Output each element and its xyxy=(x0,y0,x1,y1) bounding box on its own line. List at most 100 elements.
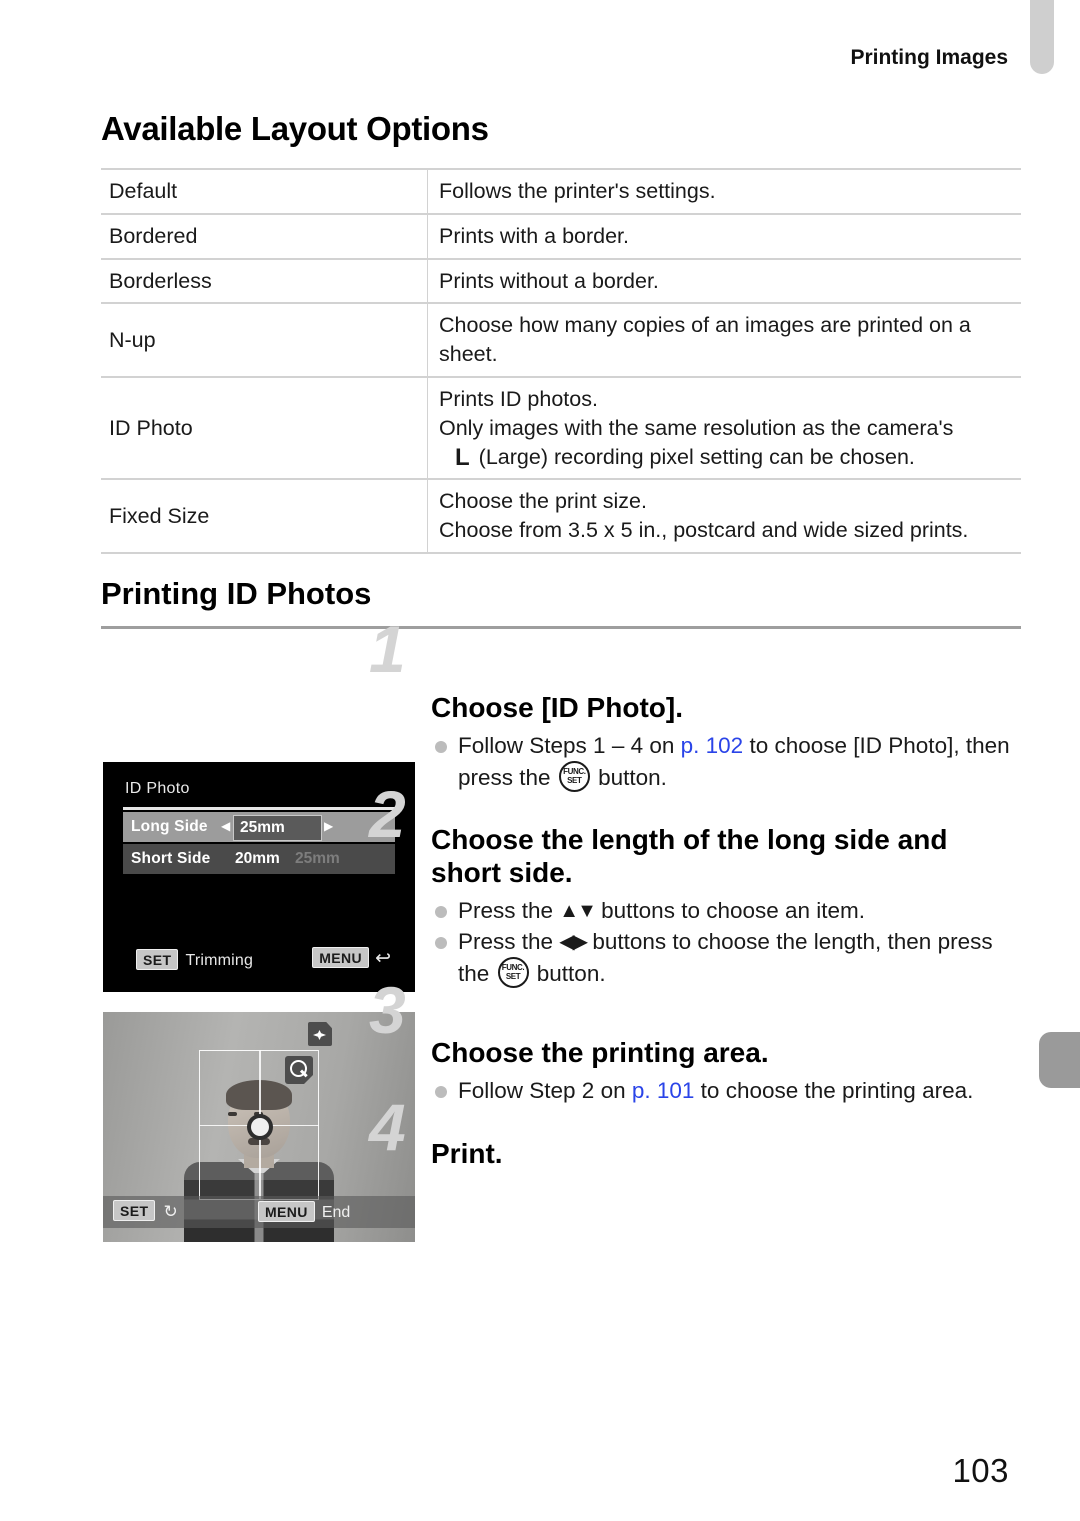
lcd-menu-row-short-side[interactable]: Short Side 20mm 25mm xyxy=(123,843,395,874)
layout-option-name: Default xyxy=(101,168,428,214)
table-row: Fixed Size Choose the print size. Choose… xyxy=(101,478,1021,554)
layout-option-description: Choose how many copies of an images are … xyxy=(427,302,1021,377)
step-bullets: Follow Step 2 on p. 101 to choose the pr… xyxy=(431,1076,1021,1106)
set-button-badge: SET xyxy=(136,948,179,970)
step-heading: Choose the printing area. xyxy=(431,1036,769,1068)
page-number: 103 xyxy=(952,1452,1009,1489)
chevron-right-icon[interactable]: ▶ xyxy=(324,819,333,833)
layout-option-description: Follows the printer's settings. xyxy=(427,168,1021,214)
lcd-footer-left-text: Trimming xyxy=(185,951,254,969)
layout-option-name: Fixed Size xyxy=(101,478,428,554)
layout-option-description: Prints ID photos. Only images with the s… xyxy=(427,375,1021,480)
bullet-text-post: to choose the printing area. xyxy=(694,1077,974,1103)
list-item: Follow Step 2 on p. 101 to choose the pr… xyxy=(431,1076,1021,1106)
table-row: ID Photo Prints ID photos. Only images w… xyxy=(101,375,1021,480)
lcd-title-underline xyxy=(123,806,395,810)
lcd-row-value: 25mm xyxy=(240,818,285,836)
bullet-text-pre: Press the xyxy=(458,897,560,923)
func-set-button-icon: FUNC. SET xyxy=(497,956,529,988)
description-line: Prints ID photos. xyxy=(439,386,598,411)
description-line: Only images with the same resolution as … xyxy=(439,415,954,440)
move-pad-icon xyxy=(247,1113,273,1140)
step-number: 4 xyxy=(369,1089,406,1164)
step-heading: Print. xyxy=(431,1137,503,1169)
large-pixel-icon: L xyxy=(455,443,470,471)
func-label: FUNC. xyxy=(501,962,525,972)
step-number: 3 xyxy=(369,972,406,1047)
step-4: 4 Print. xyxy=(369,1094,1021,1170)
step-3: 3 Choose the printing area. Follow Step … xyxy=(369,977,1021,1106)
layout-option-name: N-up xyxy=(101,302,428,377)
page-reference-link[interactable]: p. 101 xyxy=(632,1078,695,1103)
bullet-text-post: buttons to choose an item. xyxy=(594,897,866,923)
display-move-icon xyxy=(308,1021,332,1046)
description-line-with-icon: L (Large) recording pixel setting can be … xyxy=(439,443,1021,472)
lcd-row-label: Long Side xyxy=(131,817,208,835)
left-right-buttons-icon: ◀▶ xyxy=(559,930,588,953)
lcd-menu-row-long-side[interactable]: Long Side ◀ 25mm ▶ xyxy=(123,811,395,842)
step-1: 1 Choose [ID Photo]. Follow Steps 1 – 4 … xyxy=(369,616,1021,793)
lcd-row-value: 20mm xyxy=(235,849,280,867)
layout-option-name: Borderless xyxy=(101,257,428,304)
layout-option-description: Choose the print size. Choose from 3.5 x… xyxy=(427,478,1021,554)
lcd-footer-right-text: End xyxy=(321,1203,351,1221)
step-heading: Choose [ID Photo]. xyxy=(431,691,683,723)
bullet-text-pre: Follow Steps 1 – 4 on xyxy=(458,733,681,758)
set-label: SET xyxy=(505,971,521,981)
layout-option-description: Prints with a border. xyxy=(427,212,1021,259)
bullet-text-pre: Press the xyxy=(458,928,560,954)
page-reference-link[interactable]: p. 102 xyxy=(681,733,744,758)
lcd-footer-menu-back: MENU ↩ xyxy=(312,946,391,970)
step-number: 1 xyxy=(369,611,406,686)
lcd-footer-menu-end: MENU End xyxy=(258,1200,351,1222)
rotate-frame-icon: ↻ xyxy=(163,1201,178,1221)
lcd-footer-set-trimming: SET Trimming xyxy=(136,948,254,970)
table-row: Borderless Prints without a border. xyxy=(101,257,1021,304)
layout-option-name: Bordered xyxy=(101,212,428,259)
lcd-row-value-box[interactable]: 25mm xyxy=(233,814,322,841)
margin-tab-side xyxy=(1039,1032,1080,1088)
step-2: 2 Choose the length of the long side and… xyxy=(369,781,1021,989)
func-set-button-icon: FUNC. SET xyxy=(558,760,590,792)
description-line-text: (Large) recording pixel setting can be c… xyxy=(478,444,915,469)
margin-tab-top xyxy=(1030,0,1054,74)
table-row: N-up Choose how many copies of an images… xyxy=(101,302,1021,377)
step-bullets: Press the ▲▼ buttons to choose an item. … xyxy=(431,896,1021,989)
bullet-text-pre: Follow Step 2 on xyxy=(458,1077,632,1103)
lcd-row-label: Short Side xyxy=(131,849,211,867)
step-bullets: Follow Steps 1 – 4 on p. 102 to choose [… xyxy=(431,731,1021,793)
menu-button-badge: MENU xyxy=(312,946,370,968)
lcd-row-value-ghost: 25mm xyxy=(295,849,340,867)
page-title: Available Layout Options xyxy=(101,110,489,147)
menu-button-badge: MENU xyxy=(258,1200,315,1222)
description-line: Prints without a border. xyxy=(439,268,659,293)
steps-area: ID Photo Long Side ◀ 25mm ▶ Short Side 2… xyxy=(101,616,1021,1242)
description-line: Follows the printer's settings. xyxy=(439,179,716,203)
description-line: Prints with a border. xyxy=(439,223,630,248)
procedure-title: Printing ID Photos xyxy=(101,575,372,611)
table-row: Default Follows the printer's settings. xyxy=(101,168,1021,214)
chevron-left-icon[interactable]: ◀ xyxy=(221,819,230,833)
lcd-menu-title: ID Photo xyxy=(125,779,190,797)
layout-option-name: ID Photo xyxy=(101,375,428,480)
layout-option-description: Prints without a border. xyxy=(427,257,1021,304)
description-line: Choose the print size. xyxy=(439,489,647,514)
table-row: Bordered Prints with a border. xyxy=(101,212,1021,259)
list-item: Press the ▲▼ buttons to choose an item. xyxy=(431,896,1021,926)
func-label: FUNC. xyxy=(563,766,586,776)
step-number: 2 xyxy=(369,776,406,851)
description-line: Choose from 3.5 x 5 in., postcard and wi… xyxy=(439,518,969,543)
set-label: SET xyxy=(567,775,582,785)
bullet-text-tail: button. xyxy=(591,764,667,790)
list-item: Press the ◀▶ buttons to choose the lengt… xyxy=(431,927,1021,989)
set-button-badge: SET xyxy=(113,1199,156,1221)
lcd-footer-set-rotate: SET ↻ xyxy=(113,1199,178,1222)
bullet-text-tail: button. xyxy=(530,960,606,986)
layout-options-table: Default Follows the printer's settings. … xyxy=(101,168,1021,554)
page-content: Available Layout Options Default Follows… xyxy=(101,0,1021,1242)
list-item: Follow Steps 1 – 4 on p. 102 to choose [… xyxy=(431,731,1021,793)
description-line: Choose how many copies of an images are … xyxy=(439,313,971,367)
up-down-buttons-icon: ▲▼ xyxy=(559,899,597,922)
step-heading: Choose the length of the long side and s… xyxy=(431,823,948,888)
return-arrow-icon: ↩ xyxy=(375,947,391,969)
